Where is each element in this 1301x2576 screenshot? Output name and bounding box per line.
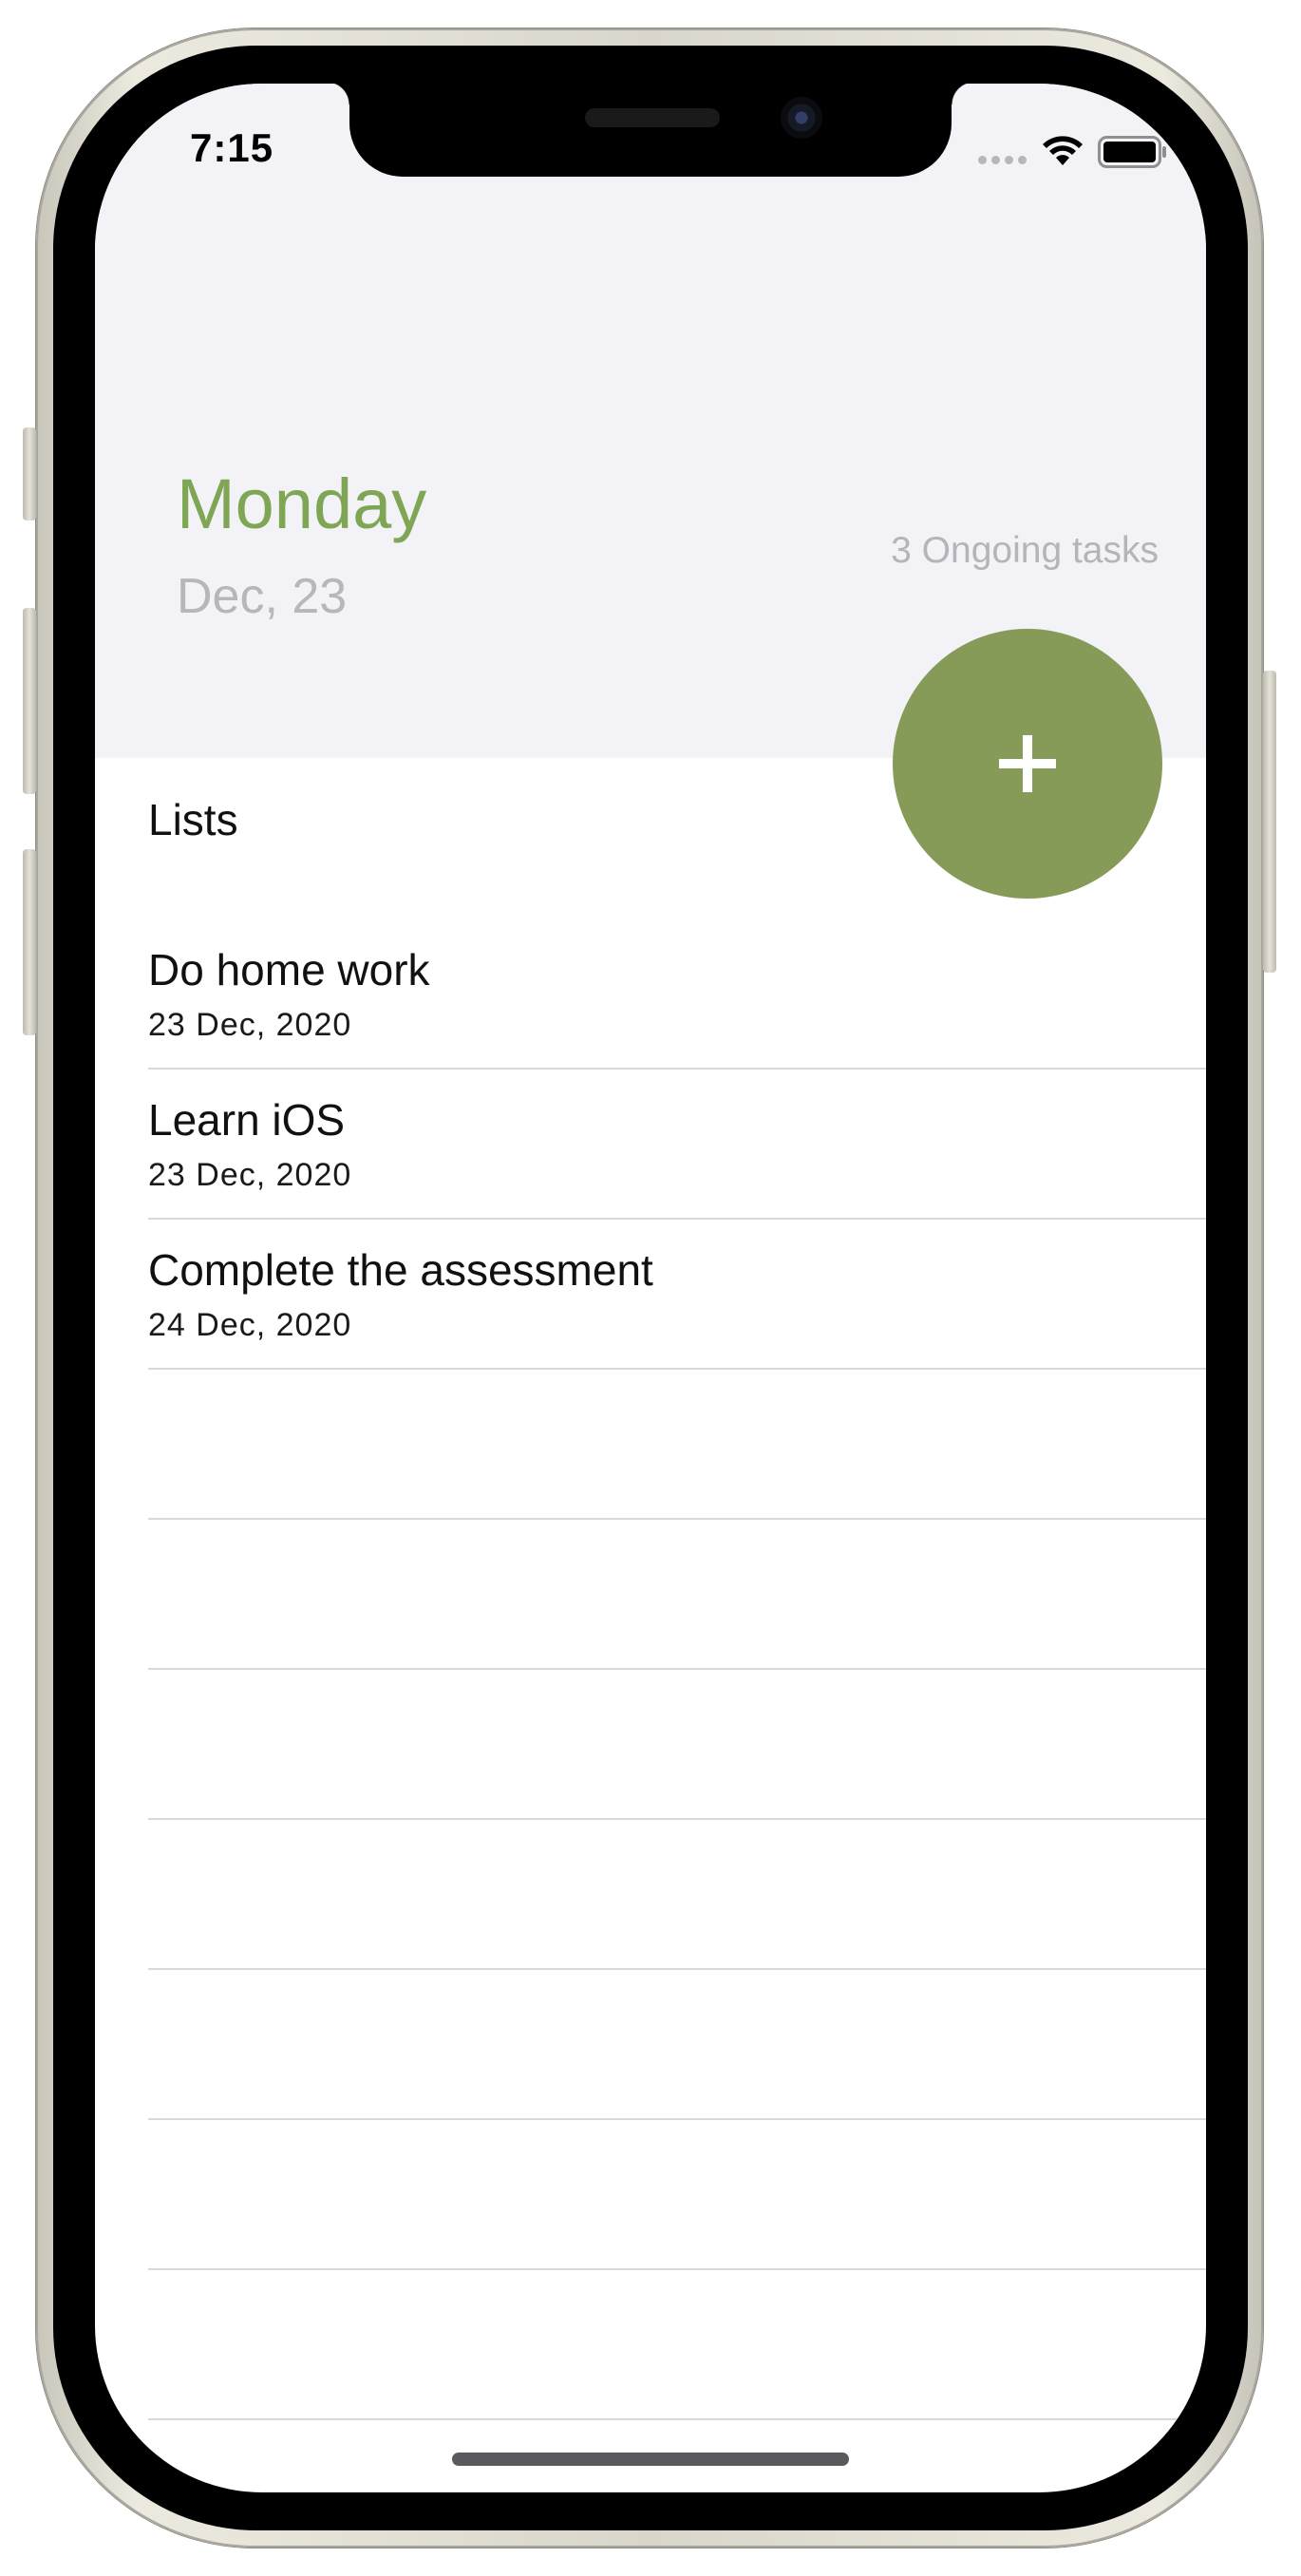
- signal-dots-icon: [978, 156, 1029, 165]
- list-item[interactable]: Complete the assessment 24 Dec, 2020: [148, 1220, 1206, 1370]
- list-item[interactable]: Do home work 23 Dec, 2020: [148, 919, 1206, 1070]
- task-title: Do home work: [148, 945, 430, 994]
- task-date: 24 Dec, 2020: [148, 1307, 352, 1343]
- empty-row: [148, 2120, 1206, 2270]
- battery-icon: [1098, 136, 1166, 168]
- empty-row: [148, 2270, 1206, 2420]
- task-date: 23 Dec, 2020: [148, 1007, 352, 1043]
- task-list: Do home work 23 Dec, 2020 Learn iOS 23 D…: [148, 919, 1206, 2492]
- task-title: Complete the assessment: [148, 1245, 653, 1295]
- volume-down-button: [23, 849, 36, 1035]
- ongoing-tasks-count: 3 Ongoing tasks: [891, 530, 1159, 571]
- front-camera: [781, 97, 822, 139]
- empty-row: [148, 1670, 1206, 1820]
- empty-row: [148, 1520, 1206, 1670]
- empty-row: [148, 1820, 1206, 1970]
- task-date: 23 Dec, 2020: [148, 1157, 352, 1193]
- date-subtitle: Dec, 23: [177, 569, 348, 624]
- silent-switch: [23, 427, 36, 521]
- camera-notch: [327, 84, 974, 177]
- power-button: [1263, 671, 1276, 973]
- empty-row: [148, 1370, 1206, 1520]
- plus-icon: [999, 735, 1056, 792]
- status-time: 7:15: [190, 125, 274, 170]
- add-task-button[interactable]: [893, 629, 1162, 899]
- speaker-grille: [585, 108, 720, 127]
- app-screen: 7:15 Monday Dec, 23 3 Ongoing tasks List…: [95, 84, 1206, 2492]
- home-indicator[interactable]: [452, 2453, 849, 2466]
- volume-up-button: [23, 608, 36, 794]
- day-title: Monday: [177, 464, 427, 543]
- task-title: Learn iOS: [148, 1095, 346, 1145]
- wifi-icon: [1043, 136, 1083, 165]
- section-title: Lists: [148, 795, 238, 844]
- empty-row: [148, 1970, 1206, 2120]
- list-item[interactable]: Learn iOS 23 Dec, 2020: [148, 1070, 1206, 1220]
